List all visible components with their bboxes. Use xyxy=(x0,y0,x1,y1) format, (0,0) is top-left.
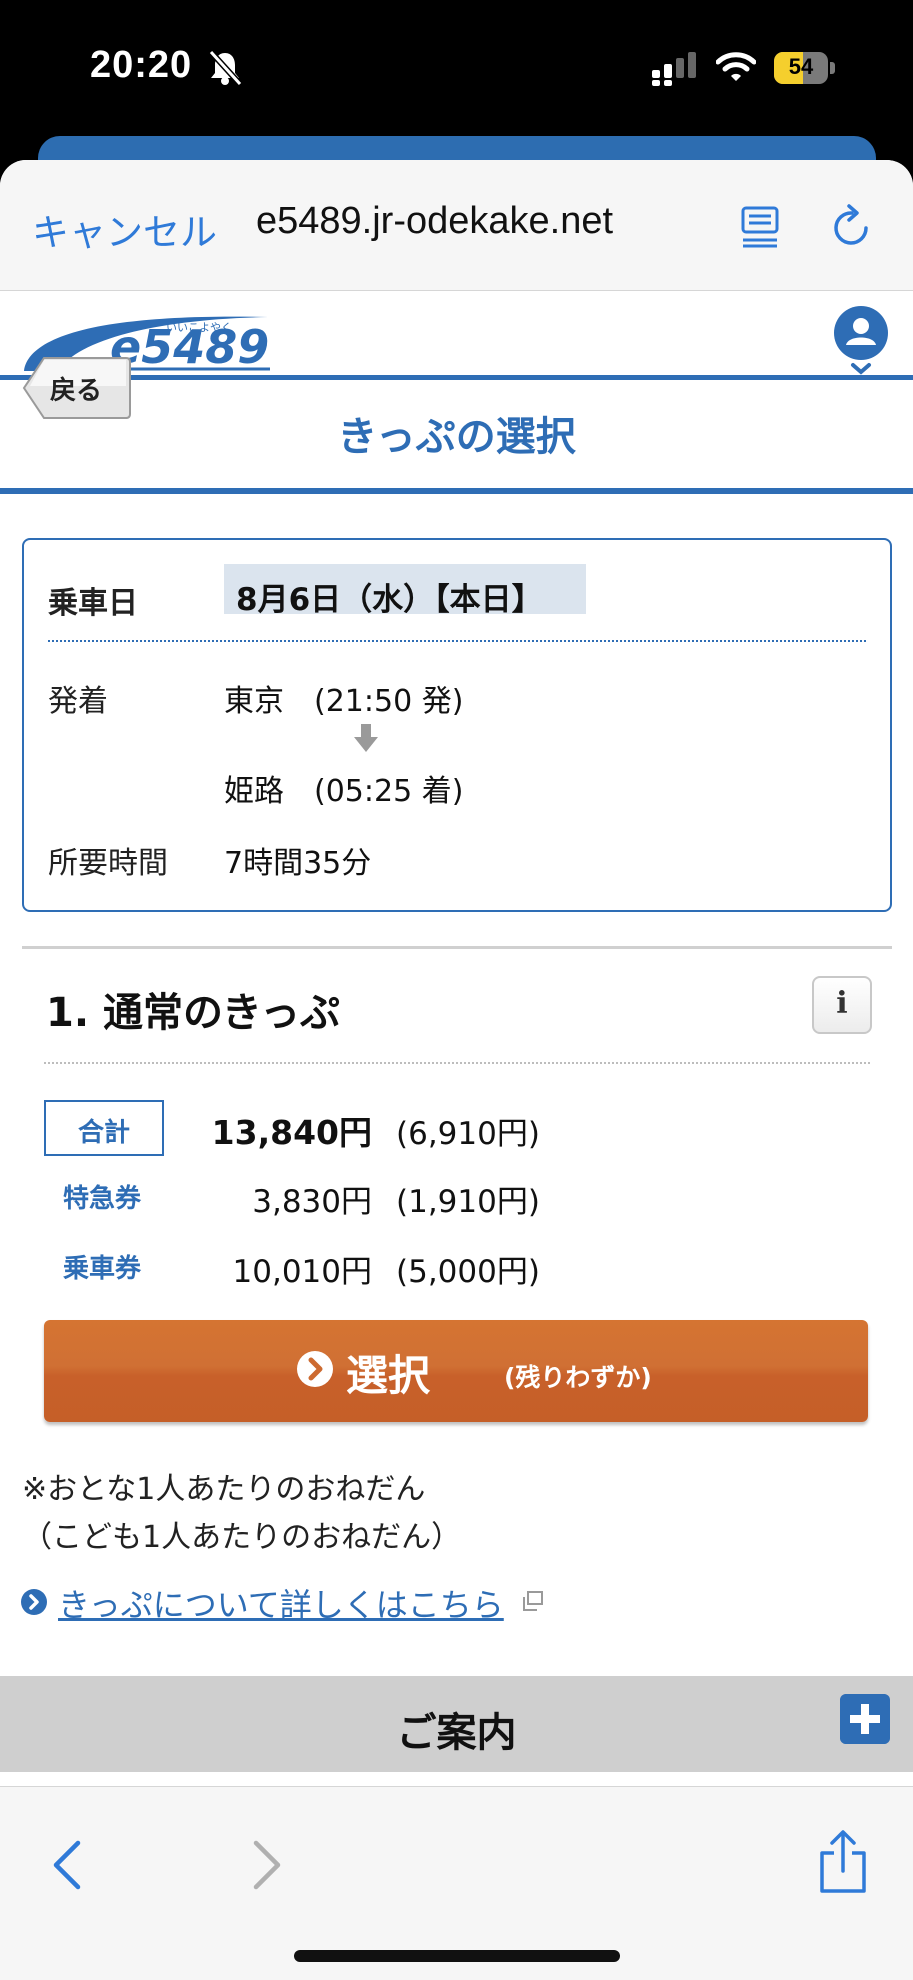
cellular-signal-icon xyxy=(652,52,696,86)
section-separator xyxy=(22,946,892,949)
battery-indicator: 54 xyxy=(774,52,836,84)
select-button-label: 選択 xyxy=(346,1351,431,1400)
duration-value: 7時間35分 xyxy=(224,846,372,881)
express-amount: 3,830円 xyxy=(252,1184,372,1220)
external-link-icon xyxy=(523,1591,543,1611)
info-icon: i xyxy=(836,986,848,1021)
duration-label: 所要時間 xyxy=(48,846,168,881)
adult-price-note: ※おとな1人あたりのおねだん xyxy=(22,1472,426,1507)
site-header: いいこよやく e5489 xyxy=(0,291,913,380)
price-label-fare: 乗車券 xyxy=(62,1254,141,1284)
back-button[interactable]: 戻る xyxy=(22,356,132,422)
bell-slash-icon xyxy=(208,50,242,86)
info-button[interactable]: i xyxy=(812,976,872,1034)
select-availability: (残りわずか) xyxy=(504,1363,652,1392)
total-amount: 13,840円 xyxy=(211,1113,372,1152)
browser-toolbar: キャンセル e5489.jr-odekake.net xyxy=(0,160,913,291)
arrow-down-icon xyxy=(354,724,378,752)
depart-arrive-label: 発着 xyxy=(48,684,108,719)
expand-plus-icon[interactable] xyxy=(840,1694,890,1744)
chevron-circle-icon xyxy=(21,1589,47,1615)
wifi-icon xyxy=(716,52,756,81)
ticket-section-title: 1. 通常のきっぷ xyxy=(46,990,341,1036)
fare-amount: 10,010円 xyxy=(232,1254,372,1290)
cancel-button[interactable]: キャンセル xyxy=(32,202,217,256)
date-value: 8月6日（水）【本日】 xyxy=(236,582,543,618)
chevron-circle-icon xyxy=(297,1351,333,1387)
url-display[interactable]: e5489.jr-odekake.net xyxy=(256,200,613,243)
chevron-right-icon[interactable] xyxy=(250,1839,284,1891)
fare-child-amount: (5,000円) xyxy=(396,1254,540,1290)
reader-mode-icon[interactable] xyxy=(740,204,780,248)
trip-info-box: 乗車日 8月6日（水）【本日】 発着 東京 (21:50 発) 姫路 (05:2… xyxy=(22,538,892,912)
dotted-divider xyxy=(44,1062,870,1064)
total-child-amount: (6,910円) xyxy=(396,1116,540,1152)
reload-icon[interactable] xyxy=(830,202,874,250)
select-button[interactable]: 選択 (残りわずか) xyxy=(44,1320,868,1422)
total-label-badge: 合計 xyxy=(44,1100,164,1156)
express-child-amount: (1,910円) xyxy=(396,1184,540,1220)
ticket-details-link[interactable]: きっぷについて詳しくはこちら xyxy=(58,1580,504,1626)
page-title-bar: きっぷの選択 xyxy=(0,380,913,494)
date-label: 乗車日 xyxy=(48,586,138,621)
page-title: きっぷの選択 xyxy=(337,414,576,460)
dotted-divider xyxy=(48,640,866,642)
status-time: 20:20 xyxy=(90,44,193,86)
battery-cap xyxy=(830,62,835,74)
chevron-left-icon[interactable] xyxy=(50,1839,84,1891)
battery-percent: 54 xyxy=(788,54,814,79)
departure-value: 東京 (21:50 発) xyxy=(224,684,464,719)
price-label-total: 合計 xyxy=(77,1118,130,1148)
arrival-value: 姫路 (05:25 着) xyxy=(224,774,464,809)
account-icon[interactable] xyxy=(832,305,890,375)
guide-title: ご案内 xyxy=(396,1710,517,1756)
child-price-note: （こども1人あたりのおねだん） xyxy=(22,1520,462,1555)
price-label-express: 特急券 xyxy=(62,1184,141,1214)
back-button-label: 戻る xyxy=(50,376,103,406)
home-indicator[interactable] xyxy=(294,1950,620,1962)
guide-section-bar[interactable]: ご案内 xyxy=(0,1676,913,1772)
logo-text: e5489 xyxy=(110,320,269,373)
battery-body: 54 xyxy=(774,52,828,84)
share-icon[interactable] xyxy=(818,1829,868,1895)
browser-sheet: キャンセル e5489.jr-odekake.net いいこよやく e5489 xyxy=(0,160,913,1980)
